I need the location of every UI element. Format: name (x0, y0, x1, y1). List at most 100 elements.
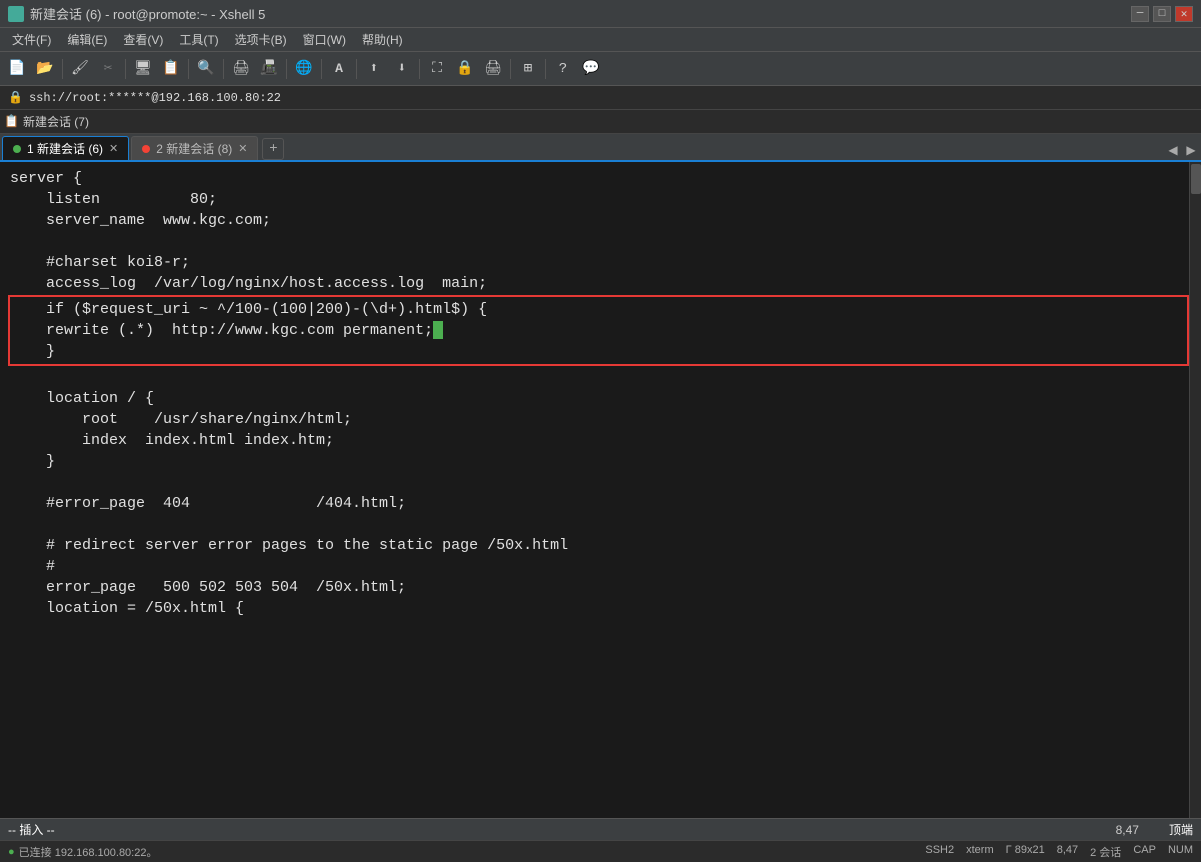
vim-status-bar: -- 插入 -- 8,47 顶端 (0, 818, 1201, 840)
menu-edit[interactable]: 编辑(E) (59, 29, 115, 50)
toolbar-sep-8 (419, 59, 420, 79)
pos-label: 8,47 (1057, 844, 1078, 860)
line-16 (10, 516, 19, 533)
upload-button[interactable]: ⬆ (361, 56, 387, 82)
line-7-highlight: if ($request_uri ~ ^/100-(100|200)-(\d+)… (8, 295, 1189, 366)
line-13: } (10, 453, 55, 470)
title-bar: 新建会话 (6) - root@promote:~ - Xshell 5 ─ □… (0, 0, 1201, 28)
line-10: location / { (10, 390, 154, 407)
toolbar-sep-2 (125, 59, 126, 79)
tabs-prev-button[interactable]: ◀ (1165, 140, 1181, 160)
tab-2-label: 2 新建会话 (8) (156, 140, 232, 157)
menu-bar: 文件(F) 编辑(E) 查看(V) 工具(T) 选项卡(B) 窗口(W) 帮助(… (0, 28, 1201, 52)
tab-1-label: 1 新建会话 (6) (27, 140, 103, 157)
menu-file[interactable]: 文件(F) (4, 29, 59, 50)
menu-tools[interactable]: 工具(T) (171, 29, 226, 50)
font-button[interactable]: A (326, 56, 352, 82)
minimize-button[interactable]: ─ (1131, 6, 1149, 22)
toolbar-sep-1 (62, 59, 63, 79)
line-20: location = /50x.html { (10, 600, 244, 617)
toolbar-sep-7 (356, 59, 357, 79)
print-button[interactable]: 🖨 (228, 56, 254, 82)
menu-window[interactable]: 窗口(W) (295, 29, 354, 50)
tab-1-close[interactable]: ✕ (109, 142, 118, 155)
line-18: # (10, 558, 55, 575)
tabs-bar: 1 新建会话 (6) ✕ 2 新建会话 (8) ✕ + ◀ ▶ (0, 134, 1201, 162)
tab-add-button[interactable]: + (262, 138, 284, 160)
line-19: error_page 500 502 503 504 /50x.html; (10, 579, 406, 596)
bookmark-icon: 📋 (4, 114, 19, 129)
brush-button[interactable]: 🖌 (67, 56, 93, 82)
bottom-right-info: SSH2 xterm Γ 89x21 8,47 2 会话 CAP NUM (925, 844, 1193, 860)
line-2: listen 80; (10, 191, 217, 208)
toolbar-sep-5 (286, 59, 287, 79)
restore-button[interactable]: □ (1153, 6, 1171, 22)
tab-2[interactable]: 2 新建会话 (8) ✕ (131, 136, 258, 160)
address-bar: 🔒 ssh://root:******@192.168.100.80:22 (0, 86, 1201, 110)
line-11: root /usr/share/nginx/html; (10, 411, 352, 428)
scrollbar-thumb (1191, 164, 1201, 194)
xterm-label: xterm (966, 844, 994, 860)
scrollbar[interactable] (1189, 162, 1201, 818)
line-1: server { (10, 170, 82, 187)
num-label: NUM (1168, 844, 1193, 860)
tab-1[interactable]: 1 新建会话 (6) ✕ (2, 136, 129, 160)
sessions-label: 2 会话 (1090, 844, 1121, 860)
screen-button[interactable]: 🖥 (130, 56, 156, 82)
help-button[interactable]: ? (550, 56, 576, 82)
tabs-next-button[interactable]: ▶ (1183, 140, 1199, 160)
cursor (433, 321, 443, 339)
address-url: ssh://root:******@192.168.100.80:22 (29, 91, 281, 105)
print3-button[interactable]: 🖨 (480, 56, 506, 82)
line-14 (10, 474, 19, 491)
print2-button[interactable]: 📠 (256, 56, 282, 82)
line-15: #error_page 404 /404.html; (10, 495, 406, 512)
toolbar-sep-10 (545, 59, 546, 79)
menu-help[interactable]: 帮助(H) (354, 29, 411, 50)
line-17: # redirect server error pages to the sta… (10, 537, 568, 554)
chat-button[interactable]: 💬 (578, 56, 604, 82)
caps-label: CAP (1133, 844, 1156, 860)
insert-mode-label: -- 插入 -- (8, 821, 55, 838)
tab-dot-red-2 (142, 145, 150, 153)
line-3: server_name www.kgc.com; (10, 212, 271, 229)
bottom-bar: ● 已连接 192.168.100.80:22。 SSH2 xterm Γ 89… (0, 840, 1201, 862)
tabs-nav: ◀ ▶ (1165, 140, 1199, 160)
top-label: 顶端 (1169, 821, 1193, 838)
lock-icon: 🔒 (8, 90, 23, 105)
window-title: 新建会话 (6) - root@promote:~ - Xshell 5 (30, 4, 265, 23)
menu-view[interactable]: 查看(V) (115, 29, 171, 50)
download-button[interactable]: ⬇ (389, 56, 415, 82)
close-button[interactable]: ✕ (1175, 6, 1193, 22)
connection-status: ● (8, 846, 15, 858)
new-session-button[interactable]: 📄 (4, 56, 30, 82)
session-bar: 📋 新建会话 (7) (0, 110, 1201, 134)
copy-screen-button[interactable]: 📋 (158, 56, 184, 82)
toolbar-sep-6 (321, 59, 322, 79)
size-label: Γ 89x21 (1006, 844, 1045, 860)
ssh-label: SSH2 (925, 844, 954, 860)
connection-info: 已连接 192.168.100.80:22。 (19, 844, 158, 860)
toolbar: 📄 📂 🖌 ✂ 🖥 📋 🔍 🖨 📠 🌐 A ⬆ ⬇ ⛶ 🔒 🖨 ⊞ ? 💬 (0, 52, 1201, 86)
lock-button[interactable]: 🔒 (452, 56, 478, 82)
terminal-content: server { listen 80; server_name www.kgc.… (10, 168, 1187, 619)
open-button[interactable]: 📂 (32, 56, 58, 82)
fullscreen-button[interactable]: ⛶ (424, 56, 450, 82)
tab-dot-green-1 (13, 145, 21, 153)
menu-tabs[interactable]: 选项卡(B) (227, 29, 295, 50)
cursor-position: 8,47 (1116, 823, 1139, 837)
layout-button[interactable]: ⊞ (515, 56, 541, 82)
session-label: 新建会话 (7) (23, 113, 89, 130)
toolbar-sep-4 (223, 59, 224, 79)
globe-button[interactable]: 🌐 (291, 56, 317, 82)
cut-button[interactable]: ✂ (95, 56, 121, 82)
search-button[interactable]: 🔍 (193, 56, 219, 82)
line-12: index index.html index.htm; (10, 432, 334, 449)
line-5: #charset koi8-r; (10, 254, 190, 271)
app-icon (8, 6, 24, 22)
terminal-area[interactable]: server { listen 80; server_name www.kgc.… (0, 162, 1201, 818)
line-4 (10, 233, 19, 250)
tab-2-close[interactable]: ✕ (238, 142, 247, 155)
toolbar-sep-3 (188, 59, 189, 79)
toolbar-sep-9 (510, 59, 511, 79)
